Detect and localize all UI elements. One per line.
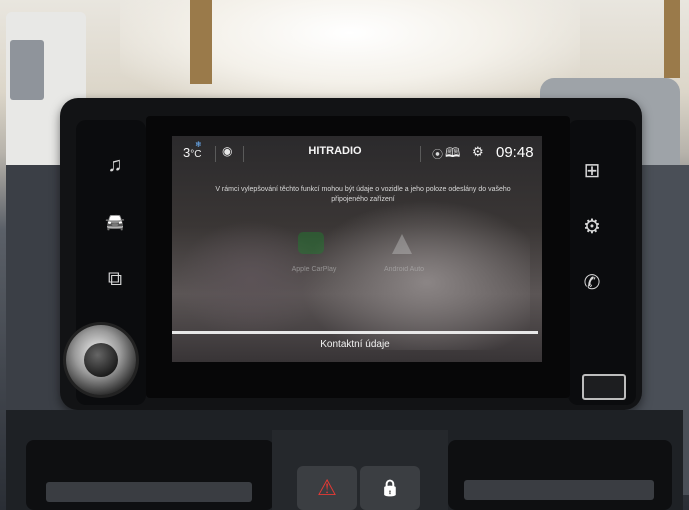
music-button[interactable]: ♫ — [101, 151, 129, 179]
door-lock-button[interactable]: 🔒 — [360, 466, 420, 510]
truck-window — [10, 40, 44, 100]
clock: 09:48 — [496, 144, 534, 161]
tree-trunk — [664, 0, 680, 78]
air-vent-slat[interactable] — [46, 482, 252, 502]
navigation-button[interactable]: ⧉ — [101, 265, 129, 293]
cold-warning-icon: ❄ — [195, 140, 202, 149]
gps-icon: ⦿ — [432, 149, 443, 161]
status-divider — [215, 146, 216, 162]
phone-icon: ✆ — [583, 271, 601, 294]
settings-button[interactable]: ⚙ — [578, 212, 606, 240]
volume-knob-center[interactable] — [84, 343, 118, 377]
radio-station-name[interactable]: HITRADIO — [300, 145, 370, 157]
status-divider — [243, 146, 244, 162]
android-auto-icon[interactable] — [392, 234, 412, 254]
privacy-notice: V rámci vylepšování těchto funkcí mohou … — [215, 186, 511, 203]
navigation-icon: ⧉ — [107, 267, 123, 290]
usb-port — [582, 374, 626, 400]
user-guide-icon[interactable]: 🕮 — [445, 144, 460, 166]
phone-button[interactable]: ✆ — [578, 268, 606, 296]
air-vent-slat[interactable] — [464, 480, 654, 500]
hazard-button[interactable]: ⚠ — [297, 466, 357, 510]
android-auto-label[interactable]: Android Auto — [374, 266, 434, 273]
lock-icon: 🔒 — [380, 480, 400, 497]
hazard-icon: ⚠ — [317, 475, 337, 500]
location-pin-icon: ◉ — [222, 144, 233, 158]
vehicle-button[interactable]: 🚘 — [101, 208, 129, 236]
car-icon: 🚘 — [105, 214, 125, 231]
contact-details-button[interactable]: Kontaktní údaje — [300, 339, 410, 350]
gear-icon: ⚙ — [583, 215, 601, 238]
screen-reflection — [300, 200, 530, 350]
carplay-label[interactable]: Apple CarPlay — [284, 266, 344, 273]
apps-button[interactable]: ⊞ — [578, 156, 606, 184]
apps-grid-icon: ⊞ — [583, 159, 601, 182]
carplay-icon[interactable] — [298, 232, 324, 254]
progress-divider — [172, 331, 538, 334]
music-note-icon: ♫ — [107, 153, 123, 176]
status-divider — [420, 146, 421, 162]
sky-glow — [120, 0, 580, 110]
tree-trunk — [190, 0, 212, 84]
gear-icon[interactable]: ⚙ — [472, 144, 484, 160]
